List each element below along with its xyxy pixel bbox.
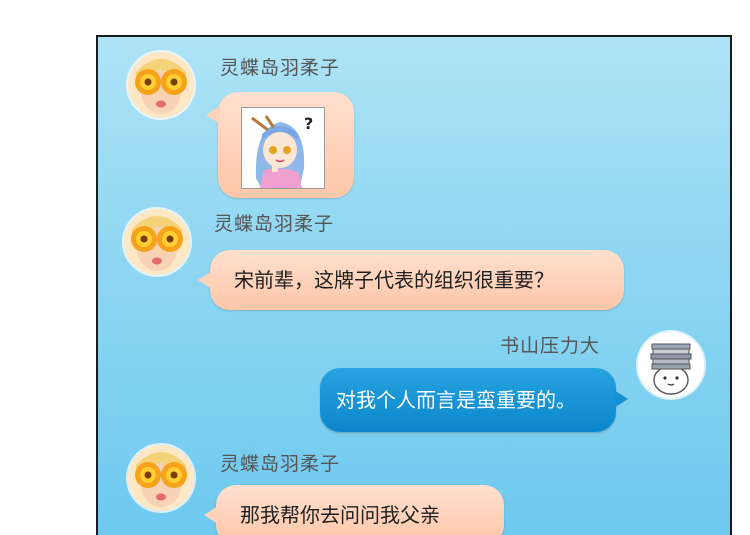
sticker-bubble[interactable]: ? (206, 92, 354, 198)
avatar-yurouzi[interactable] (128, 52, 194, 118)
message-text: 那我帮你去问问我父亲 (240, 503, 440, 527)
avatar-shushan[interactable] (638, 332, 704, 398)
chat-panel: 灵蝶岛羽柔子 ? 灵蝶岛羽柔子 宋前辈，这牌子代表的组织很重要？ 书山压力大 对… (96, 35, 732, 535)
sunflower-avatar-icon (128, 445, 194, 511)
sender-name: 灵蝶岛羽柔子 (220, 57, 341, 79)
bubble-tail (614, 390, 628, 408)
sender-name: 灵蝶岛羽柔子 (220, 453, 341, 475)
sunflower-avatar-icon (124, 209, 190, 275)
message-bubble[interactable]: 宋前辈，这牌子代表的组织很重要？ (198, 250, 624, 310)
book-stack-cat-avatar-icon (638, 332, 704, 398)
sticker-question-mark: ? (304, 114, 314, 133)
bubble-tail (206, 106, 220, 124)
avatar-yurouzi[interactable] (124, 209, 190, 275)
message-bubble[interactable]: 那我帮你去问问我父亲 (204, 485, 504, 535)
message-text: 对我个人而言是蛮重要的。 (336, 388, 576, 412)
bubble-tail (204, 506, 218, 524)
sender-name: 灵蝶岛羽柔子 (214, 213, 335, 235)
message-text: 宋前辈，这牌子代表的组织很重要？ (234, 268, 554, 292)
avatar-yurouzi[interactable] (128, 445, 194, 511)
sunflower-avatar-icon (128, 52, 194, 118)
sticker-image: ? (241, 107, 325, 189)
bubble-tail (198, 271, 212, 289)
sender-name: 书山压力大 (500, 335, 601, 357)
message-bubble[interactable]: 对我个人而言是蛮重要的。 (320, 368, 628, 432)
